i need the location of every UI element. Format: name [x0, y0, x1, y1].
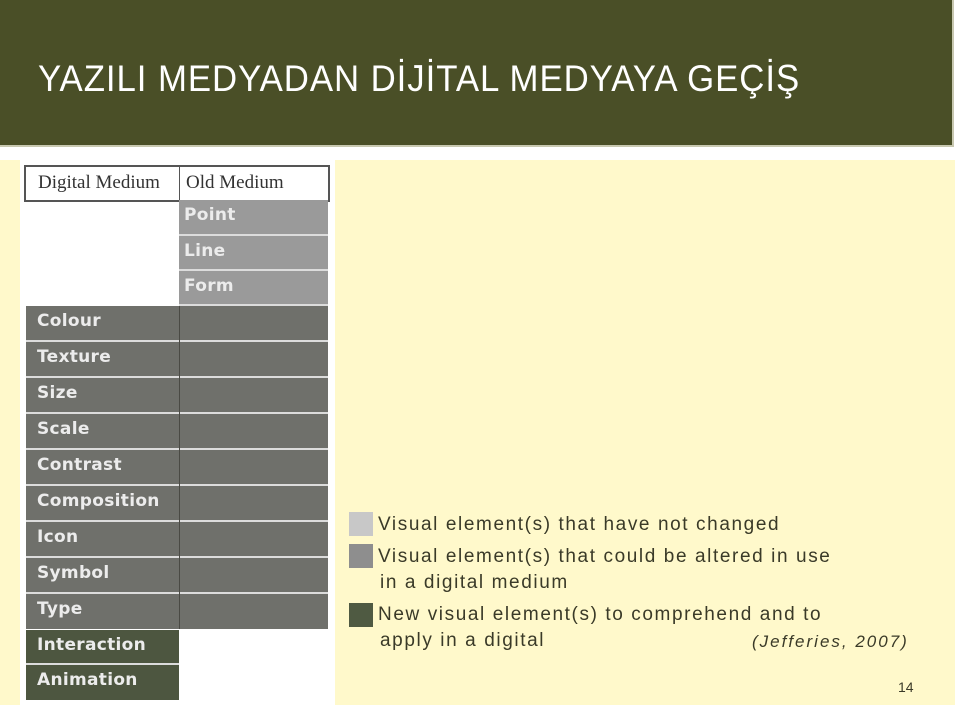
table-row-symbol: Symbol	[26, 558, 328, 594]
legend-text: Visual element(s) that have not changed	[378, 514, 781, 535]
table-row-animation: Animation	[26, 665, 179, 700]
legend-text: New visual element(s) to comprehend and …	[378, 604, 823, 625]
slide-title: YAZILI MEDYADAN DİJİTAL MEDYAYA GEÇİŞ	[38, 58, 801, 99]
table-row-colour: Colour	[26, 306, 328, 342]
slide-header: YAZILI MEDYADAN DİJİTAL MEDYAYA GEÇİŞ	[0, 0, 954, 147]
legend-swatch-dark	[349, 603, 373, 627]
legend-swatch-mid	[349, 544, 373, 568]
header-cell-digital: Digital Medium	[26, 167, 180, 200]
table-row-contrast: Contrast	[26, 450, 328, 486]
header-digital-medium: Digital Medium	[38, 172, 160, 193]
table-row-line: Line	[179, 236, 328, 271]
table-row-texture: Texture	[26, 342, 328, 378]
legend-swatch-light	[349, 512, 373, 536]
table-row-interaction: Interaction	[26, 630, 179, 665]
table-row-composition: Composition	[26, 486, 328, 522]
table-row-point: Point	[179, 200, 328, 236]
legend-text: Visual element(s) that could be altered …	[378, 546, 832, 567]
legend-text: in a digital medium	[380, 572, 569, 593]
table-row-type: Type	[26, 594, 328, 629]
table-row-form: Form	[179, 271, 328, 306]
citation: (Jefferies, 2007)	[752, 632, 909, 651]
table-row-size: Size	[26, 378, 328, 414]
column-divider	[179, 306, 180, 629]
table-row-scale: Scale	[26, 414, 328, 450]
legend-text: apply in a digital	[380, 630, 546, 651]
page-number: 14	[898, 679, 914, 695]
table-row-icon: Icon	[26, 522, 328, 558]
table-header: Digital Medium Old Medium	[24, 165, 330, 202]
header-old-medium: Old Medium	[186, 172, 284, 193]
